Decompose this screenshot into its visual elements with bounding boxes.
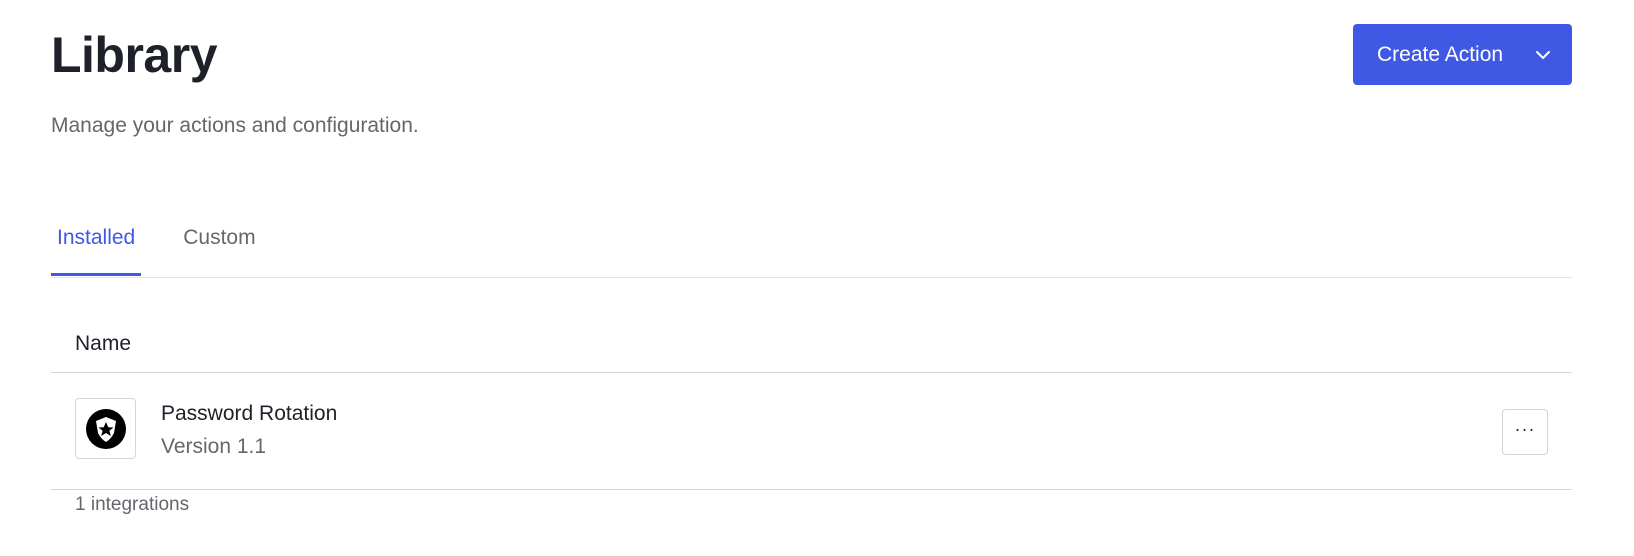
column-header-name[interactable]: Name [75,322,131,366]
table-row[interactable]: Password Rotation Version 1.1 ··· [51,373,1572,490]
page-title: Library [51,27,218,83]
create-action-button[interactable]: Create Action [1353,24,1572,85]
more-horizontal-icon: ··· [1514,419,1536,439]
page-subtitle: Manage your actions and configuration. [51,114,419,137]
chevron-down-icon [1536,51,1550,59]
page-header: Library Manage your actions and configur… [51,0,1572,150]
actions-table: Name Password Rotation Version 1.1 ··· [51,322,1572,490]
tab-installed[interactable]: Installed [51,218,142,276]
library-page: Library Manage your actions and configur… [51,0,1572,150]
integrations-count: 1 integrations [75,494,190,515]
tab-bar: Installed Custom [51,218,1572,278]
action-version: Version 1.1 [161,435,267,458]
create-action-label: Create Action [1377,42,1504,66]
action-name[interactable]: Password Rotation [161,400,337,428]
action-avatar [75,398,136,459]
row-more-button[interactable]: ··· [1502,409,1548,455]
table-header: Name [51,322,1572,373]
tab-custom[interactable]: Custom [177,218,261,276]
auth0-shield-icon [85,408,126,449]
